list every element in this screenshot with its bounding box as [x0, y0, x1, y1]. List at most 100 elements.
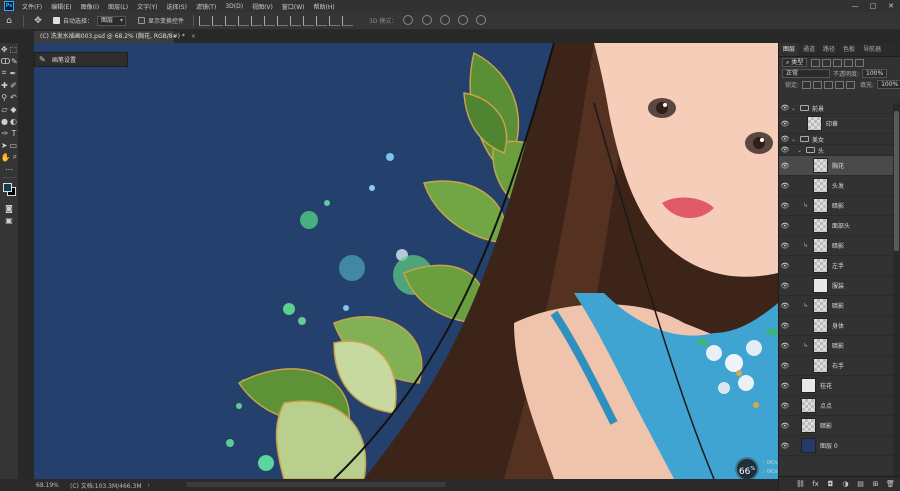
- lock-pixels-icon[interactable]: [802, 80, 812, 89]
- menu-window[interactable]: 窗口(W): [282, 2, 305, 11]
- brush-tool[interactable]: ✐: [10, 81, 17, 90]
- lock-artboard-icon[interactable]: [835, 80, 845, 89]
- filter-shape-icon[interactable]: [844, 58, 854, 67]
- lock-move-icon[interactable]: [824, 80, 834, 89]
- visibility-eye-icon[interactable]: 👁: [779, 146, 791, 154]
- layer-row[interactable]: 👁 身体: [779, 316, 893, 336]
- move-tool-icon[interactable]: ✥: [32, 15, 44, 27]
- menu-type[interactable]: 文字(Y): [137, 2, 157, 11]
- clone-stamp-tool[interactable]: ⚲: [1, 93, 7, 102]
- healing-brush-tool[interactable]: ✚: [1, 81, 8, 90]
- shape-tool[interactable]: ▭: [9, 141, 17, 150]
- visibility-eye-icon[interactable]: 👁: [779, 322, 791, 330]
- layer-row[interactable]: 👁 ↳ 暗影: [779, 236, 893, 256]
- blend-mode-select[interactable]: 正常: [782, 69, 830, 78]
- type-tool[interactable]: T: [12, 129, 17, 138]
- align-left-icon[interactable]: [238, 15, 250, 26]
- scrollbar-thumb[interactable]: [894, 111, 899, 251]
- document-tab[interactable]: (C) 洗发水插画003.psd @ 68.2% (胸花, RGB/8#) * ×: [34, 31, 196, 43]
- tab-layers[interactable]: 图层: [779, 43, 800, 56]
- opacity-input[interactable]: 100%: [862, 69, 888, 78]
- layer-group-row[interactable]: 👁 ⌄ 头: [779, 145, 893, 156]
- layer-row[interactable]: 👁 头发: [779, 176, 893, 196]
- align-bottom-icon[interactable]: [225, 15, 237, 26]
- fill-input[interactable]: 100%: [877, 80, 900, 89]
- menu-layer[interactable]: 图层(L): [108, 2, 128, 11]
- layer-filter-select[interactable]: ⌕ 类型: [782, 58, 808, 67]
- eyedropper-tool[interactable]: ✒: [10, 69, 17, 78]
- lock-all-icon[interactable]: [846, 80, 856, 89]
- menu-3d[interactable]: 3D(D): [225, 3, 243, 10]
- align-right-icon[interactable]: [264, 15, 276, 26]
- 3d-roll-icon[interactable]: [421, 14, 432, 25]
- visibility-eye-icon[interactable]: 👁: [779, 262, 791, 270]
- layer-row[interactable]: 👁 ↳ 暗影: [779, 296, 893, 316]
- fx-icon[interactable]: fx: [811, 480, 820, 488]
- menu-view[interactable]: 视图(V): [252, 2, 273, 11]
- visibility-eye-icon[interactable]: 👁: [779, 382, 791, 390]
- filter-adjust-icon[interactable]: [822, 58, 832, 67]
- visibility-eye-icon[interactable]: 👁: [779, 342, 791, 350]
- chevron-down-icon[interactable]: ⌄: [791, 136, 797, 143]
- close-button[interactable]: ✕: [882, 0, 900, 12]
- visibility-eye-icon[interactable]: 👁: [779, 222, 791, 230]
- distribute-vcenter-icon[interactable]: [290, 15, 302, 26]
- horizontal-scrollbar[interactable]: [186, 482, 446, 487]
- close-tab-icon[interactable]: ×: [191, 33, 196, 40]
- menu-file[interactable]: 文件(F): [22, 2, 42, 11]
- layer-row[interactable]: 👁 图层 0: [779, 436, 893, 456]
- path-select-tool[interactable]: ➤: [1, 141, 8, 150]
- brush-settings-flyout[interactable]: ✎ 画笔设置: [34, 52, 128, 67]
- quick-select-tool[interactable]: ✎: [11, 57, 18, 66]
- visibility-eye-icon[interactable]: 👁: [779, 302, 791, 310]
- hand-tool[interactable]: ✋: [1, 153, 11, 162]
- align-vcenter-icon[interactable]: [212, 15, 224, 26]
- more-tools-icon[interactable]: ⋯: [0, 163, 18, 175]
- layer-row[interactable]: 👁 暗影: [779, 416, 893, 436]
- canvas-area[interactable]: [34, 43, 778, 479]
- layer-row[interactable]: 👁 左手: [779, 256, 893, 276]
- 3d-slide-icon[interactable]: [458, 14, 469, 25]
- new-group-icon[interactable]: ▤: [856, 480, 865, 488]
- tab-navigator[interactable]: 导航器: [859, 43, 885, 56]
- chevron-down-icon[interactable]: ⌄: [791, 105, 797, 112]
- distribute-hcenter-icon[interactable]: [329, 15, 341, 26]
- distribute-bottom-icon[interactable]: [303, 15, 315, 26]
- zoom-tool[interactable]: ⌕: [13, 152, 17, 162]
- layer-row[interactable]: 👁 印章: [779, 114, 893, 134]
- adjustment-layer-icon[interactable]: ◑: [841, 480, 850, 488]
- layer-row[interactable]: 👁 ↳ 暗影: [779, 196, 893, 216]
- visibility-eye-icon[interactable]: 👁: [779, 362, 791, 370]
- visibility-eye-icon[interactable]: 👁: [779, 135, 791, 143]
- paint-bucket-tool[interactable]: ◆: [10, 105, 16, 114]
- marquee-tool[interactable]: ⬚: [9, 45, 17, 54]
- pen-tool[interactable]: ✑: [2, 129, 9, 138]
- tab-channels[interactable]: 通道: [799, 43, 819, 56]
- layer-row[interactable]: 👁 胸花: [779, 156, 893, 176]
- layer-row[interactable]: 👁 服装: [779, 276, 893, 296]
- auto-select-checkbox[interactable]: [53, 17, 60, 24]
- dodge-tool[interactable]: ◐: [10, 117, 17, 126]
- layers-scrollbar[interactable]: [893, 103, 900, 476]
- zoom-level[interactable]: 68.19%: [36, 482, 64, 489]
- new-layer-icon[interactable]: ⊞: [871, 480, 880, 488]
- layer-row[interactable]: 👁 右手: [779, 356, 893, 376]
- layer-group-row[interactable]: 👁 ⌄ 美女: [779, 134, 893, 145]
- add-mask-icon[interactable]: ◘: [826, 480, 835, 488]
- visibility-eye-icon[interactable]: 👁: [779, 422, 791, 430]
- move-tool[interactable]: ✥: [1, 45, 8, 54]
- status-menu-arrow-icon[interactable]: ›: [148, 482, 150, 489]
- crop-tool[interactable]: ⌗: [2, 68, 7, 78]
- tab-swatches[interactable]: 色板: [839, 43, 859, 56]
- visibility-eye-icon[interactable]: 👁: [779, 162, 791, 170]
- align-top-icon[interactable]: [199, 15, 211, 26]
- 3d-scale-icon[interactable]: [476, 14, 487, 25]
- layer-row[interactable]: 👁 面部头: [779, 216, 893, 236]
- visibility-eye-icon[interactable]: 👁: [779, 402, 791, 410]
- link-layers-icon[interactable]: ⛓: [796, 480, 805, 488]
- lock-brush-icon[interactable]: [813, 80, 823, 89]
- menu-filter[interactable]: 滤镜(T): [196, 2, 216, 11]
- layer-row[interactable]: 👁 点点: [779, 396, 893, 416]
- layer-row[interactable]: 👁 桂花: [779, 376, 893, 396]
- align-hcenter-icon[interactable]: [251, 15, 263, 26]
